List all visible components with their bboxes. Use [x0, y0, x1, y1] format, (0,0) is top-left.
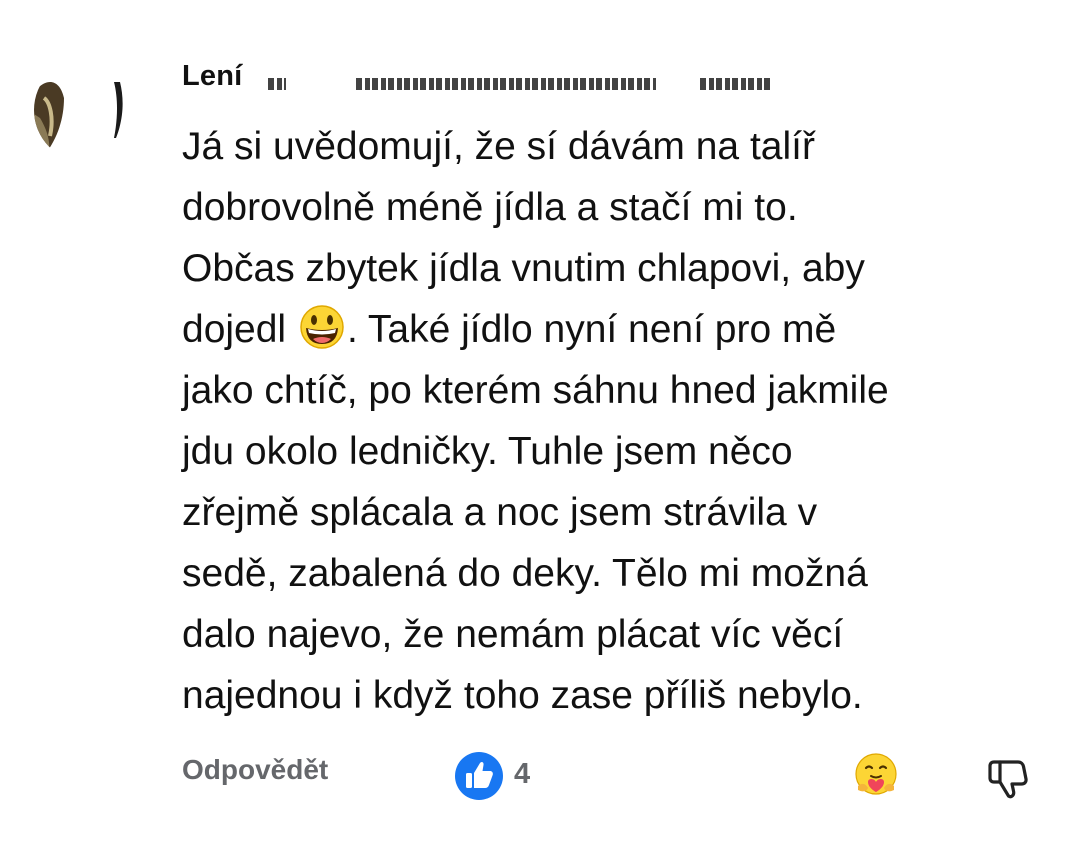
care-reaction-icon[interactable] — [852, 752, 900, 800]
avatar[interactable] — [34, 58, 138, 162]
comment-author[interactable]: Lení — [182, 60, 242, 93]
comment-line: zřejmě splácala a noc jsem strávila v — [182, 491, 818, 534]
comment-line: jdu okolo ledničky. Tuhle jsem něco — [182, 430, 793, 473]
thumbs-down-icon[interactable] — [984, 754, 1032, 802]
reply-button[interactable]: Odpovědět — [182, 754, 328, 786]
comment-line: dojedl — [182, 308, 297, 351]
comment-line: . Také jídlo nyní není pro mě — [346, 308, 837, 351]
comment-line: jako chtíč, po kterém sáhnu hned jakmile — [182, 369, 889, 412]
comment-line: dalo najevo, že nemám plácat víc věcí — [182, 613, 844, 656]
reaction-icons-top — [89, 0, 107, 2]
author-name[interactable]: Lení — [182, 60, 242, 92]
redacted-fragment — [268, 78, 286, 90]
comment-line: sedě, zabalená do deky. Tělo mi možná — [182, 552, 868, 595]
comment-line: Já si uvědomují, že sí dávám na talíř — [182, 125, 815, 168]
grinning-face-icon — [300, 305, 344, 349]
comment-line: dobrovolně méně jídla a stačí mi to. — [182, 186, 798, 229]
comment-line: Občas zbytek jídla vnutim chlapovi, aby — [182, 247, 865, 290]
comment-screen: Lení Já si uvědomují, že sí dávám na tal… — [0, 0, 1080, 848]
comment-body: Já si uvědomují, že sí dávám na talíř do… — [182, 116, 1052, 726]
redacted-fragment — [700, 78, 770, 90]
comment-line: najednou i když toho zase příliš nebylo. — [182, 674, 863, 717]
thumbs-up-icon[interactable] — [454, 751, 504, 801]
avatar-image — [34, 58, 138, 162]
like-count: 4 — [514, 758, 531, 790]
redacted-fragment — [356, 78, 656, 90]
